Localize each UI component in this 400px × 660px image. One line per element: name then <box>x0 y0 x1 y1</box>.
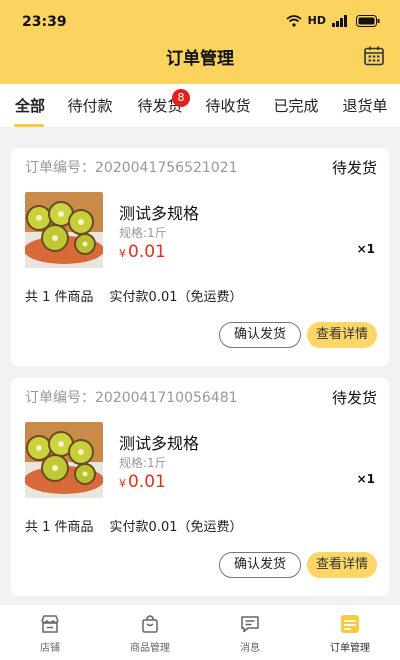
tabbar-label: 消息 <box>240 643 260 654</box>
tabbar-item-store[interactable]: 店铺 <box>0 605 100 660</box>
tabbar-label: 店铺 <box>40 643 60 654</box>
tabbar-item-orders[interactable]: 订单管理 <box>300 605 400 660</box>
paid-text: 实付款0.01 <box>109 290 178 305</box>
order-status: 待发货 <box>331 159 377 177</box>
tab-all[interactable]: 全部 <box>8 84 52 128</box>
order-tabs: 全部 待付款 待发货 待收货 已完成 退货单 <box>0 84 400 128</box>
status-bar: 23:39 HD <box>0 0 400 44</box>
tabbar-label: 订单管理 <box>330 643 370 654</box>
product-quantity: ×1 <box>356 472 375 486</box>
active-tab-indicator <box>14 124 44 127</box>
product-spec: 规格:1斤 <box>119 226 167 240</box>
battery-icon <box>356 14 380 27</box>
price-value: 0.01 <box>128 242 166 262</box>
view-details-button[interactable]: 查看详情 <box>307 552 377 578</box>
order-status: 待发货 <box>331 389 377 407</box>
order-icon <box>341 615 359 633</box>
status-icons: HD <box>286 14 380 27</box>
pending-shipment-badge: 8 <box>172 89 190 107</box>
product-spec: 规格:1斤 <box>119 456 167 470</box>
status-time: 23:39 <box>22 14 67 30</box>
order-summary: 共 1 件商品 实付款0.01（免运费） <box>25 286 243 305</box>
signal-icon <box>332 14 347 27</box>
view-details-button[interactable]: 查看详情 <box>307 322 377 348</box>
product-price: ¥0.01 <box>119 242 166 262</box>
store-icon <box>41 615 59 633</box>
product-name: 测试多规格 <box>119 434 200 453</box>
tabbar-label: 商品管理 <box>130 643 170 654</box>
currency-symbol: ¥ <box>119 477 126 490</box>
product-quantity: ×1 <box>356 242 375 256</box>
order-number: 订单编号：2020041756521021 <box>25 160 238 176</box>
order-summary: 共 1 件商品 实付款0.01（免运费） <box>25 516 243 535</box>
confirm-shipment-button[interactable]: 确认发货 <box>219 322 301 348</box>
product-name: 测试多规格 <box>119 204 200 223</box>
calendar-icon[interactable] <box>362 44 386 68</box>
network-label: HD <box>307 14 326 27</box>
product-price: ¥0.01 <box>119 472 166 492</box>
tab-completed[interactable]: 已完成 <box>268 84 324 128</box>
price-value: 0.01 <box>128 472 166 492</box>
tab-returns[interactable]: 退货单 <box>337 84 393 128</box>
message-icon <box>241 616 259 633</box>
header-bar: 23:39 HD 订单管理 <box>0 0 400 84</box>
confirm-shipment-button[interactable]: 确认发货 <box>219 552 301 578</box>
order-number: 订单编号：2020041710056481 <box>25 390 238 406</box>
currency-symbol: ¥ <box>119 247 126 260</box>
order-card: 订单编号：2020041710056481 待发货 测试多规格 规格:1斤 ¥0… <box>11 378 389 596</box>
item-count: 共 1 件商品 <box>25 520 94 535</box>
tab-pending-payment[interactable]: 待付款 <box>62 84 118 128</box>
shipping-note: （免运费） <box>177 520 243 535</box>
bag-icon <box>142 615 158 633</box>
page-title: 订单管理 <box>166 49 234 69</box>
tab-pending-receipt[interactable]: 待收货 <box>200 84 256 128</box>
paid-text: 实付款0.01 <box>109 520 178 535</box>
shipping-note: （免运费） <box>177 290 243 305</box>
paid-amount: 实付款0.01（免运费） <box>110 286 243 305</box>
product-image[interactable] <box>25 192 103 268</box>
paid-amount: 实付款0.01（免运费） <box>110 516 243 535</box>
order-card: 订单编号：2020041756521021 待发货 测试多规格 规格:1斤 ¥0… <box>11 148 389 366</box>
item-count: 共 1 件商品 <box>25 290 94 305</box>
bottom-tab-bar: 店铺 商品管理 消息 订单管理 <box>0 604 400 660</box>
wifi-icon <box>286 14 302 27</box>
product-image[interactable] <box>25 422 103 498</box>
tabbar-item-products[interactable]: 商品管理 <box>100 605 200 660</box>
tabbar-item-messages[interactable]: 消息 <box>200 605 300 660</box>
